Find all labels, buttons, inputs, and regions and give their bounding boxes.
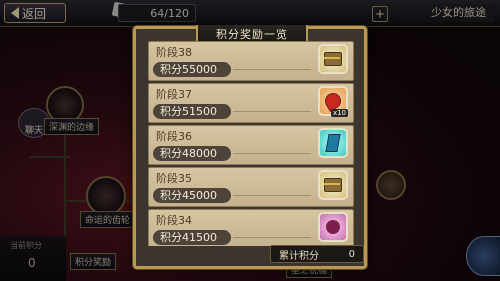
reward-row: 阶段35 积分45000: [148, 167, 354, 207]
stage-label: 阶段37: [156, 88, 192, 101]
reward-row: 阶段36 积分48000: [148, 125, 354, 165]
reward-row: 阶段37 积分51500 x10: [148, 83, 354, 123]
points-requirement: 积分51500: [153, 104, 231, 119]
row-divider: [233, 69, 311, 70]
points-requirement: 积分48000: [153, 146, 231, 161]
row-divider: [233, 111, 311, 112]
treasure-chest-icon[interactable]: [318, 44, 348, 74]
points-requirement: 积分41500: [153, 230, 231, 245]
points-reward-dialog: 积分奖励一览 阶段38 积分55000 阶段37 积分51500 x10 阶段3…: [133, 25, 367, 269]
row-divider: [233, 153, 311, 154]
reward-count: x10: [330, 109, 348, 117]
red-gem-icon[interactable]: x10: [318, 86, 348, 117]
stage-label: 阶段38: [156, 46, 192, 59]
row-divider: [233, 195, 311, 196]
points-requirement: 积分45000: [153, 188, 231, 203]
stage-label: 阶段36: [156, 130, 192, 143]
row-divider: [233, 237, 311, 238]
pink-item-icon[interactable]: [318, 212, 348, 242]
crystal-icon[interactable]: [318, 128, 348, 158]
stage-label: 阶段34: [156, 214, 192, 227]
total-points-bar: 累计积分 0: [270, 245, 364, 263]
points-requirement: 积分55000: [153, 62, 231, 77]
reward-row: 阶段38 积分55000: [148, 41, 354, 81]
total-points-label: 累计积分: [279, 250, 319, 262]
reward-list[interactable]: 阶段38 积分55000 阶段37 积分51500 x10 阶段36 积分480…: [148, 41, 354, 246]
stage-label: 阶段35: [156, 172, 192, 185]
total-points-value: 0: [348, 248, 355, 260]
reward-row: 阶段34 积分41500: [148, 209, 354, 246]
treasure-chest-icon[interactable]: [318, 170, 348, 200]
